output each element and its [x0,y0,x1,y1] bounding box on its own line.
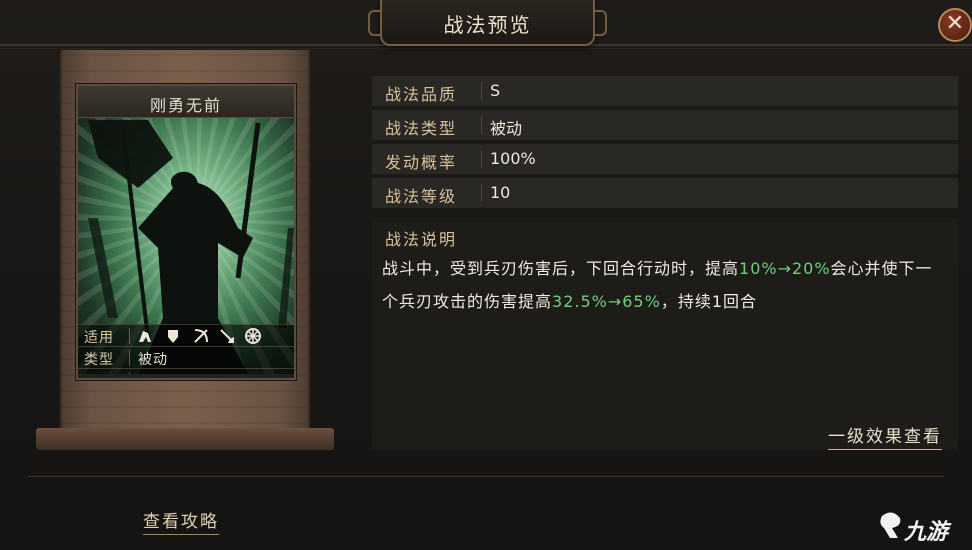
spear-icon [220,329,234,343]
scroll-rod [36,428,334,450]
level-one-effect-link[interactable]: 一级效果查看 [828,422,942,450]
info-label: 战法类型 [385,119,458,138]
stat-divider [129,372,130,374]
desc-part: 战斗中，受到兵刃伤害后，下回合行动时，提高 [382,259,740,278]
info-row-level: 战法等级 10 [372,178,958,208]
stat-value: 被动 [138,352,168,368]
stat-value: 增益 [138,371,168,374]
description-title: 战法说明 [385,230,458,249]
stat-divider [129,350,130,366]
watermark: 九游 [878,510,968,545]
tactic-artwork: 适用 类型 被动 效果 增益 [78,118,294,374]
description-text: 战斗中，受到兵刃伤害后，下回合行动时，提高10%→20%会心并使下一个兵刃攻击的… [382,252,948,318]
view-guide-link[interactable]: 查看攻略 [143,507,219,535]
stat-label: 效果 [84,371,114,374]
description-box: 战法说明 战斗中，受到兵刃伤害后，下回合行动时，提高10%→20%会心并使下一个… [372,218,958,450]
info-row-probability: 发动概率 100% [372,144,958,174]
info-label: 战法等级 [385,187,458,206]
cavalry-icon [139,331,151,342]
info-value: 被动 [490,119,523,138]
window-title: 战法预览 [443,13,532,37]
top-divider-inner [0,48,972,49]
title-plate: 战法预览 [368,0,607,46]
info-divider [481,184,482,202]
close-button[interactable]: ✕ [938,8,972,42]
stat-label: 类型 [84,352,114,368]
desc-highlight: 10%→20% [739,259,831,278]
bottom-divider [28,476,944,477]
card-stats: 适用 类型 被动 效果 增益 [78,324,294,374]
info-value: S [490,81,501,100]
info-divider [481,82,482,100]
siege-icon [245,328,261,344]
shield-icon [168,330,178,343]
stat-row-applicable: 适用 [78,324,294,346]
tactic-card: 刚勇无前 适用 类型 被动 [76,84,296,380]
stat-row-type: 类型 被动 [78,346,294,368]
tactic-name: 刚勇无前 [149,96,222,115]
info-divider [481,116,482,134]
nine-game-logo-icon [880,512,901,538]
info-value: 100% [490,149,536,168]
stat-divider [129,328,130,344]
info-row-type: 战法类型 被动 [372,110,958,140]
info-label: 发动概率 [385,153,458,172]
stat-row-effect: 效果 增益 [78,368,294,374]
info-label: 战法品质 [385,85,458,104]
tactic-info-panel: 战法品质 S 战法类型 被动 发动概率 100% 战法等级 10 战法说明 战斗… [372,74,958,450]
archer-icon [194,329,208,343]
desc-part: ，持续1回合 [660,292,757,311]
info-row-quality: 战法品质 S [372,76,958,106]
desc-highlight: 32.5%→65% [552,292,661,311]
card-header: 刚勇无前 [78,86,294,118]
stat-label: 适用 [84,330,114,346]
info-divider [481,150,482,168]
watermark-text: 九游 [904,520,949,545]
info-value: 10 [490,183,511,202]
tactic-preview-window: 战法预览 ✕ 刚勇无前 适用 类型 被动 战法品质 S 战法类型 被动 发动概率… [0,0,972,550]
